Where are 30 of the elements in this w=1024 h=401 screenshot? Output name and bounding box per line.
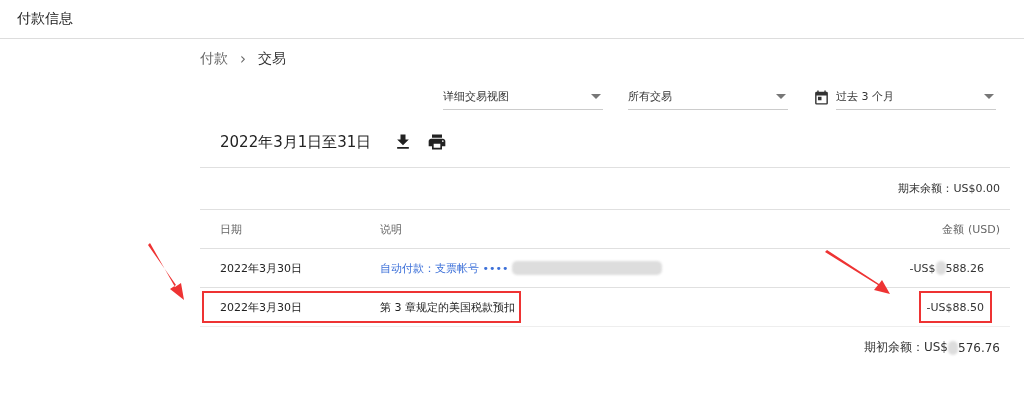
table-cell: 第 3 章规定的美国税款预扣 xyxy=(380,299,515,315)
opening-balance: 576.76 xyxy=(958,340,1000,355)
column-header: 日期 xyxy=(219,221,243,237)
table-cell: -US$ xyxy=(909,261,936,275)
calendar-icon[interactable] xyxy=(813,88,830,106)
column-header: 金额 (USD) xyxy=(942,221,1001,237)
dropdown[interactable]: 过去 3 个月 xyxy=(836,84,996,110)
print-icon[interactable] xyxy=(427,132,448,152)
description-link[interactable]: 自动付款：支票帐号 •••• xyxy=(380,260,509,276)
breadcrumb-link[interactable]: 付款 xyxy=(200,50,228,68)
page-title: 付款信息 xyxy=(17,10,73,28)
table-cell-text: 2022年3月30日 xyxy=(219,299,303,315)
dropdown[interactable]: 详细交易视图 xyxy=(443,84,603,110)
arrow-icon xyxy=(148,243,185,301)
opening-balance: 期初余额：US$ xyxy=(863,339,948,356)
dropdown[interactable]: 所有交易 xyxy=(628,84,788,110)
redaction-mark xyxy=(948,340,958,355)
table-cell: -US$88.50 xyxy=(926,300,984,314)
period-title: 2022年3月1日至31日 xyxy=(220,132,372,152)
caret-icon xyxy=(984,94,994,99)
arrow-icon xyxy=(825,250,891,295)
caret-icon xyxy=(776,94,786,99)
table-cell-text: 2022年3月30日 xyxy=(219,260,303,276)
table-cell: 588.26 xyxy=(945,261,984,275)
column-header: 说明 xyxy=(380,221,403,237)
breadcrumb-separator: › xyxy=(240,50,246,68)
breadcrumb-link[interactable]: 交易 xyxy=(258,50,286,68)
redaction-mark xyxy=(935,261,946,275)
ending-balance: 期末余额：US$0.00 xyxy=(898,181,1000,196)
caret-icon xyxy=(591,94,601,99)
